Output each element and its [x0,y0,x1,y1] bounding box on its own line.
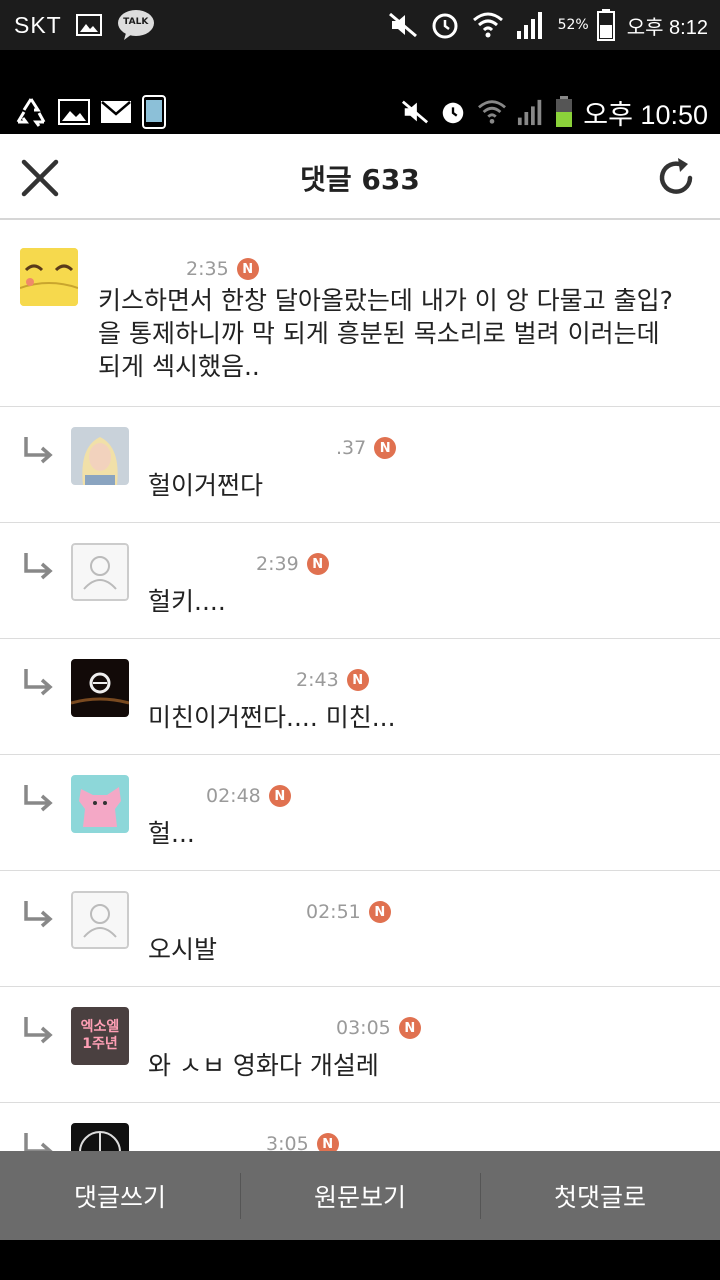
signal-icon [516,12,542,39]
new-badge: N [236,258,259,280]
talk-label: TALK [123,17,149,27]
avatar[interactable] [20,248,78,306]
view-original-button[interactable]: 원문보기 [240,1151,480,1240]
comment-text: 헐키.... [148,587,226,616]
inner-status-bar: 오후 10:50 [0,90,720,134]
avatar[interactable] [71,775,129,833]
page-title: 댓글 633 [300,163,420,196]
alarm-icon [442,102,464,124]
comment-text: 헐... [148,819,195,848]
mail-icon [101,101,131,123]
outer-status-bar: SKT TALK 52% 오후 8:12 [0,0,720,50]
comment-time: 02:48 [206,785,261,807]
refresh-icon[interactable] [654,154,698,200]
new-badge: N [306,553,329,575]
comment-text: 키스하면서 한창 달아올랐는데 내가 이 앙 다물고 출입?을 통제하니까 막 … [98,286,673,381]
mute-icon [402,100,429,124]
new-badge: N [368,901,391,923]
comment-time: 2:39 [256,553,299,575]
mute-icon [388,12,417,38]
reply-item[interactable]: 2:39 N 헐키.... [0,523,720,639]
reply-arrow-icon [24,437,53,464]
author-name-redacted [98,252,178,286]
author-name-redacted [148,431,328,465]
comments-screen: 댓글 633 2:35 N 키스하면서 한창 달아올랐는데 내가 이 앙 다물고… [0,134,720,1240]
alarm-icon [432,13,458,39]
comment-time: 2:43 [296,669,339,691]
author-name-redacted [148,1011,328,1045]
new-badge: N [268,785,291,807]
comment-time: 02:51 [306,901,361,923]
new-badge: N [374,437,397,459]
comment-time: .37 [336,437,367,459]
avatar[interactable] [71,427,129,485]
comment-time: 2:35 [186,258,229,280]
image-icon [75,14,102,36]
default-avatar[interactable] [71,891,129,949]
gallery-icon [58,99,90,125]
comment-time: 03:05 [336,1017,391,1039]
comment-meta: 2:43 N [148,663,369,697]
phone-icon [142,95,166,129]
reply-item[interactable]: 02:48 N 헐... [0,755,720,871]
write-comment-button[interactable]: 댓글쓰기 [0,1151,240,1240]
wifi-icon [472,12,503,38]
comment-list[interactable]: 2:35 N 키스하면서 한창 달아올랐는데 내가 이 앙 다물고 출입?을 통… [0,222,720,1181]
header-bar: 댓글 633 [0,134,720,220]
battery-icon [596,9,615,41]
reply-item[interactable]: 02:51 N 오시발 [0,871,720,987]
avatar[interactable]: 엑소엘 1주년 [71,1007,129,1065]
comment-meta: 03:05 N [148,1011,421,1045]
reply-arrow-icon [24,669,53,696]
reply-arrow-icon [24,785,53,812]
battery-percent: 52% [557,17,589,33]
avatar[interactable] [71,659,129,717]
avatar-text: 엑소엘 1주년 [80,1019,120,1052]
comment-meta: .37 N [148,431,397,465]
carrier-label: SKT [14,11,62,38]
author-name-redacted [148,895,298,929]
bottom-action-bar: 댓글쓰기 원문보기 첫댓글로 [0,1151,720,1240]
reply-arrow-icon [24,901,53,928]
reply-item[interactable]: .37 N 헐이거쩐다 [0,407,720,523]
signal-icon [518,99,542,126]
author-name-redacted [148,547,248,581]
inner-clock: 오후 10:50 [583,99,708,130]
first-comment-button[interactable]: 첫댓글로 [480,1151,720,1240]
bottom-black-strip [0,1240,720,1280]
new-badge: N [346,669,369,691]
new-badge: N [398,1017,421,1039]
talk-icon: TALK [116,9,156,41]
reply-arrow-icon [24,553,53,580]
comment-meta: 2:39 N [148,547,329,581]
wifi-icon [478,100,507,124]
black-gap [0,50,720,90]
reply-item[interactable]: 엑소엘 1주년 03:05 N 와 ㅅㅂ 영화다 개설레 [0,987,720,1103]
comment-text: 와 ㅅㅂ 영화다 개설레 [148,1051,379,1080]
comment-meta: 2:35 N [98,252,259,286]
recycle-icon [16,98,46,127]
author-name-redacted [148,779,198,813]
battery-icon [556,96,573,127]
comment-meta: 02:48 N [148,779,291,813]
reply-arrow-icon [24,1017,53,1044]
comment-text: 오시발 [148,935,218,964]
comment-text: 미친이거쩐다.... 미친... [148,703,396,732]
comment-meta: 02:51 N [148,895,391,929]
comment-item[interactable]: 2:35 N 키스하면서 한창 달아올랐는데 내가 이 앙 다물고 출입?을 통… [0,222,720,407]
outer-clock: 오후 8:12 [626,16,708,39]
comment-text: 헐이거쩐다 [148,471,264,500]
author-name-redacted [148,663,288,697]
default-avatar[interactable] [71,543,129,601]
reply-item[interactable]: 2:43 N 미친이거쩐다.... 미친... [0,639,720,755]
